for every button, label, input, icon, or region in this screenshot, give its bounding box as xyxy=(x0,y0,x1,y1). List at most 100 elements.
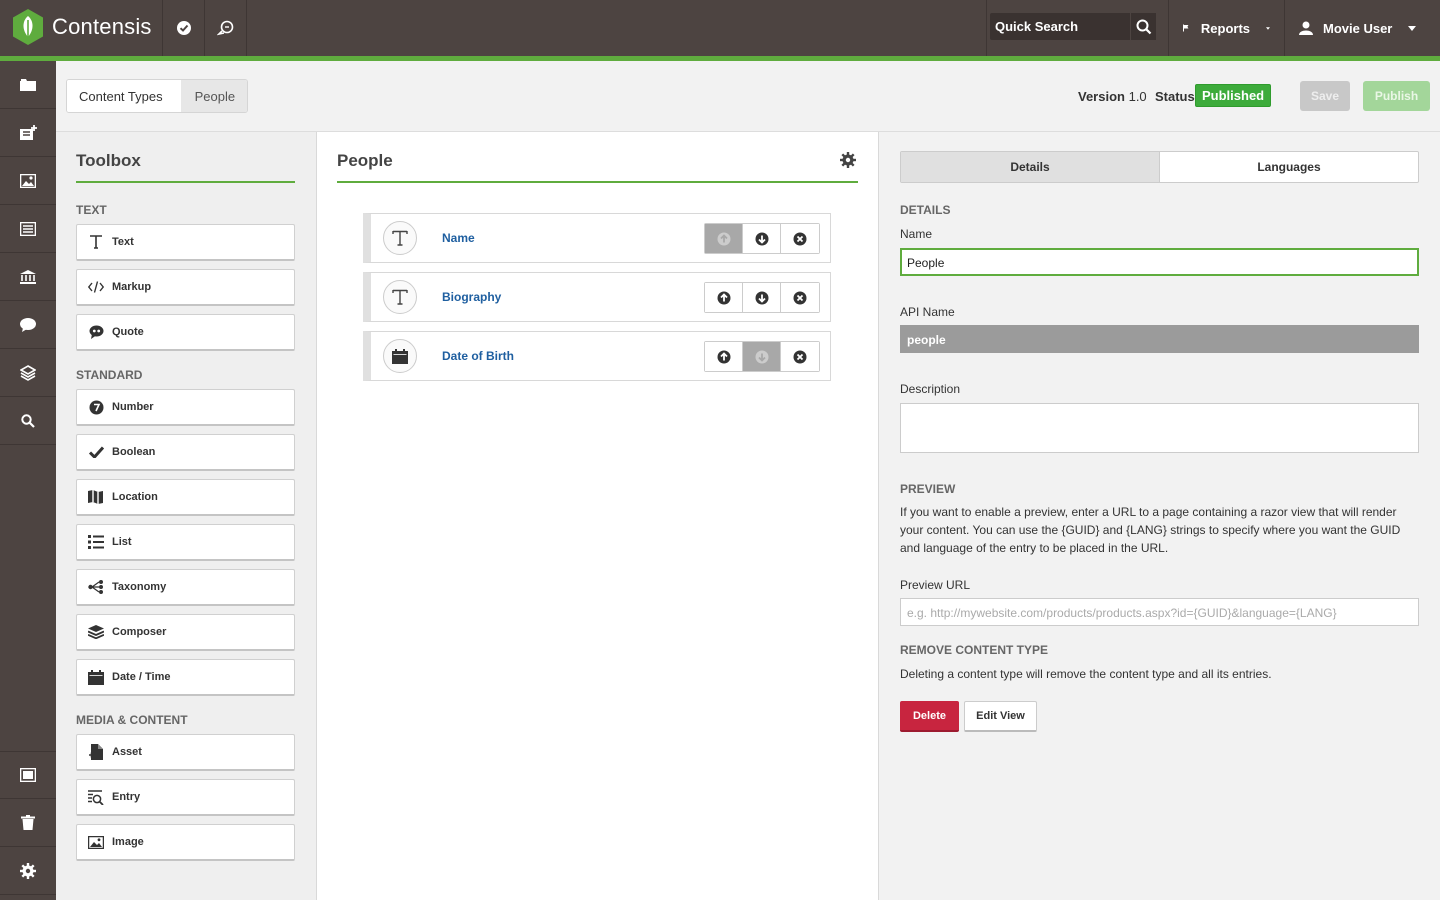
sidebar-item-site[interactable] xyxy=(0,253,56,301)
tab-details[interactable]: Details xyxy=(901,152,1160,182)
tool-label: Location xyxy=(112,491,158,503)
move-up-button[interactable] xyxy=(705,283,743,312)
remove-heading: REMOVE CONTENT TYPE xyxy=(900,643,1049,657)
chat-bubbles-icon xyxy=(216,20,233,36)
tool-label: Date / Time xyxy=(112,671,171,683)
quick-search-input[interactable]: Quick Search xyxy=(990,13,1130,40)
divider xyxy=(246,0,247,56)
user-name: Movie User xyxy=(1323,20,1393,36)
tool-image[interactable]: Image xyxy=(76,824,295,861)
gear-icon xyxy=(840,152,856,168)
sidebar-item-layers[interactable] xyxy=(0,349,56,397)
text-icon xyxy=(383,221,417,255)
remove-description: Deleting a content type will remove the … xyxy=(900,667,1272,681)
tool-asset[interactable]: Asset xyxy=(76,734,295,771)
move-up-button[interactable] xyxy=(705,224,743,253)
app-logo[interactable]: Contensis xyxy=(12,8,152,46)
description-textarea[interactable] xyxy=(900,403,1419,453)
tasks-button[interactable] xyxy=(162,0,204,56)
reports-menu[interactable]: Reports xyxy=(1168,0,1284,56)
content-type-editor: People Name Biography Date of Birth xyxy=(317,132,879,900)
tool-quote[interactable]: Quote xyxy=(76,314,295,351)
field-actions xyxy=(704,282,820,313)
remove-field-button[interactable] xyxy=(781,342,819,371)
tool-date-time[interactable]: Date / Time xyxy=(76,659,295,696)
tool-entry[interactable]: Entry xyxy=(76,779,295,816)
section-heading-media: MEDIA & CONTENT xyxy=(76,713,188,727)
move-up-button[interactable] xyxy=(705,342,743,371)
save-button[interactable]: Save xyxy=(1300,81,1350,111)
calendar-icon xyxy=(87,668,105,686)
folder-icon xyxy=(20,78,36,91)
sidebar-item-recycle-bin[interactable] xyxy=(0,799,56,847)
tool-composer[interactable]: Composer xyxy=(76,614,295,651)
publish-button[interactable]: Publish xyxy=(1363,81,1430,111)
search-icon xyxy=(1136,19,1151,34)
section-heading-standard: STANDARD xyxy=(76,368,143,382)
quick-search-button[interactable] xyxy=(1130,13,1156,40)
sidebar-item-comments[interactable] xyxy=(0,301,56,349)
list-icon xyxy=(87,533,105,551)
tab-languages[interactable]: Languages xyxy=(1160,152,1418,182)
tool-taxonomy[interactable]: Taxonomy xyxy=(76,569,295,606)
tool-label: Number xyxy=(112,401,154,413)
comments-button[interactable] xyxy=(204,0,246,56)
content-type-settings-button[interactable] xyxy=(840,152,856,168)
title-underline xyxy=(76,181,295,183)
name-input[interactable]: People xyxy=(900,248,1419,276)
version-value: 1.0 xyxy=(1128,89,1147,104)
breadcrumb-current: People xyxy=(180,80,248,112)
building-icon xyxy=(20,269,36,284)
api-name-label: API Name xyxy=(900,305,955,319)
field-row-biography[interactable]: Biography xyxy=(363,272,831,322)
sidebar-item-search[interactable] xyxy=(0,397,56,445)
field-name[interactable]: Biography xyxy=(442,290,501,304)
field-actions xyxy=(704,341,820,372)
search-icon xyxy=(21,413,35,428)
delete-button[interactable]: Delete xyxy=(900,701,959,732)
tool-boolean[interactable]: Boolean xyxy=(76,434,295,471)
sidebar-item-media[interactable] xyxy=(0,157,56,205)
image-icon xyxy=(20,173,36,188)
close-circle-icon xyxy=(793,232,807,245)
api-name-field: people xyxy=(900,325,1419,353)
arrow-up-circle-icon xyxy=(717,350,730,363)
details-heading: DETAILS xyxy=(900,203,951,217)
entry-search-icon xyxy=(87,788,105,806)
sidebar-item-content-types[interactable] xyxy=(0,205,56,253)
version-label: Version xyxy=(1078,89,1125,104)
tool-text[interactable]: Text xyxy=(76,224,295,261)
sidebar-item-preview[interactable] xyxy=(0,751,56,799)
move-down-button[interactable] xyxy=(743,342,781,371)
description-label: Description xyxy=(900,382,961,396)
tool-number[interactable]: Number xyxy=(76,389,295,426)
move-down-button[interactable] xyxy=(743,283,781,312)
tool-label: Image xyxy=(112,836,144,848)
tool-label: Boolean xyxy=(112,446,156,458)
preview-url-input[interactable]: e.g. http://mywebsite.com/products/produ… xyxy=(900,598,1419,626)
toolbox-panel: Toolbox TEXT Text Markup Quote STANDARD … xyxy=(56,132,317,900)
preview-url-label: Preview URL xyxy=(900,578,971,592)
remove-field-button[interactable] xyxy=(781,224,819,253)
edit-view-button[interactable]: Edit View xyxy=(964,701,1037,732)
sidebar-item-projects[interactable] xyxy=(0,61,56,109)
sidebar-item-settings[interactable] xyxy=(0,847,56,895)
field-name[interactable]: Date of Birth xyxy=(442,349,514,363)
sidebar-item-entries[interactable] xyxy=(0,109,56,157)
tool-location[interactable]: Location xyxy=(76,479,295,516)
move-down-button[interactable] xyxy=(743,224,781,253)
text-icon xyxy=(87,233,105,251)
field-name[interactable]: Name xyxy=(442,231,475,245)
breadcrumb-content-types[interactable]: Content Types xyxy=(67,80,181,112)
tool-list[interactable]: List xyxy=(76,524,295,561)
chevron-down-icon xyxy=(1408,25,1417,31)
map-icon xyxy=(87,488,105,506)
remove-field-button[interactable] xyxy=(781,283,819,312)
user-menu[interactable]: Movie User xyxy=(1284,0,1440,56)
reports-label: Reports xyxy=(1200,20,1251,36)
preview-heading: PREVIEW xyxy=(900,482,956,496)
tool-markup[interactable]: Markup xyxy=(76,269,295,306)
field-row-name[interactable]: Name xyxy=(363,213,831,263)
field-actions xyxy=(704,223,820,254)
field-row-date-of-birth[interactable]: Date of Birth xyxy=(363,331,831,381)
